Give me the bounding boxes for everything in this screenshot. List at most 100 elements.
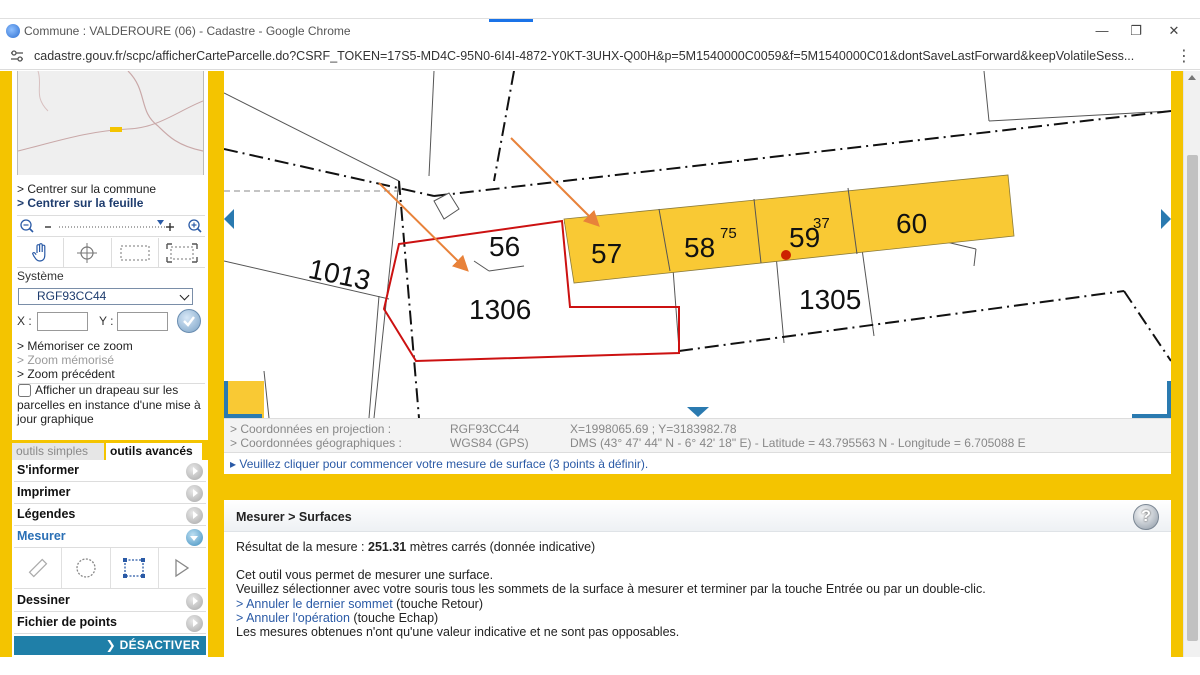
deactivate-label: DÉSACTIVER bbox=[119, 638, 200, 652]
center-feuille-link[interactable]: > Centrer sur la feuille bbox=[17, 196, 143, 210]
arrow-right-icon bbox=[186, 615, 203, 632]
projection-label: > Coordonnées en projection : bbox=[230, 422, 392, 436]
zoom-precedent-link[interactable]: > Zoom précédent bbox=[17, 367, 115, 381]
bottom-strip bbox=[0, 657, 1200, 675]
address-bar[interactable]: cadastre.gouv.fr/scpc/afficherCarteParce… bbox=[0, 42, 1200, 70]
menu-informer-label: S'informer bbox=[17, 463, 80, 477]
parcel-56: 56 bbox=[489, 231, 520, 262]
pan-down-icon bbox=[687, 407, 709, 417]
cancel-row: > Annuler l'opération (touche Echap) bbox=[236, 611, 986, 625]
parcel-1305: 1305 bbox=[799, 284, 861, 315]
ruler-icon[interactable] bbox=[14, 548, 63, 588]
url-text[interactable]: cadastre.gouv.fr/scpc/afficherCarteParce… bbox=[34, 49, 1164, 63]
undo-key: (touche Retour) bbox=[392, 596, 484, 611]
corner-bottom-right bbox=[1132, 381, 1171, 418]
window-title: Commune : VALDEROURE (06) - Cadastre - G… bbox=[24, 24, 351, 38]
menu-fichier-points[interactable]: Fichier de points bbox=[14, 612, 206, 634]
measure-desc-2: Veuillez sélectionner avec votre souris … bbox=[236, 582, 986, 597]
close-icon[interactable]: ✕ bbox=[1162, 22, 1186, 40]
memorize-zoom-link[interactable]: > Mémoriser ce zoom bbox=[17, 339, 133, 353]
scroll-thumb[interactable] bbox=[1187, 155, 1198, 641]
deactivate-button[interactable]: ❯ DÉSACTIVER bbox=[14, 636, 206, 655]
cancel-operation-link[interactable]: > Annuler l'opération bbox=[236, 611, 350, 625]
annotation-arrow bbox=[378, 182, 469, 272]
rectangle-area-icon[interactable] bbox=[111, 548, 159, 588]
circle-area-icon[interactable] bbox=[62, 548, 111, 588]
center-commune-link[interactable]: > Centrer sur la commune bbox=[17, 182, 156, 196]
measure-hint-text: Veuillez cliquer pour commencer votre me… bbox=[239, 457, 649, 471]
left-panel: > Centrer sur la commune > Centrer sur l… bbox=[12, 70, 208, 657]
arrow-right-icon bbox=[186, 463, 203, 480]
zoom-memorise-link: > Zoom mémorisé bbox=[17, 353, 115, 367]
measure-tools bbox=[14, 548, 206, 589]
zoom-slider[interactable] bbox=[17, 215, 205, 237]
result-value: 251.31 bbox=[368, 540, 407, 554]
pan-left-icon bbox=[224, 209, 234, 229]
adjacent-parcel-fill bbox=[224, 381, 264, 418]
y-label: Y : bbox=[99, 314, 114, 328]
crosshair-icon[interactable] bbox=[64, 238, 112, 267]
menu-fichier-label: Fichier de points bbox=[17, 615, 118, 629]
tab-simple-tools[interactable]: outils simples bbox=[12, 443, 104, 460]
browser-titlebar: Commune : VALDEROURE (06) - Cadastre - G… bbox=[0, 18, 1200, 42]
tools-tabs: outils simples outils avancés bbox=[12, 440, 208, 460]
menu-dessiner[interactable]: Dessiner bbox=[14, 590, 206, 612]
measure-panel-title: Mesurer > Surfaces bbox=[224, 500, 1171, 532]
parcel-58-sup: 75 bbox=[720, 225, 737, 242]
map-canvas[interactable]: 56 57 58 75 59 37 60 1013 1306 1305 bbox=[224, 71, 1171, 418]
x-coordinate-input[interactable] bbox=[37, 312, 88, 331]
measure-hint: ▸ Veuillez cliquer pour commencer votre … bbox=[224, 452, 1171, 474]
help-icon[interactable]: ? bbox=[1133, 504, 1159, 530]
map-toolbar bbox=[17, 238, 205, 268]
site-settings-icon[interactable] bbox=[10, 49, 24, 63]
menu-dessiner-label: Dessiner bbox=[17, 593, 70, 607]
pan-hand-icon[interactable] bbox=[17, 238, 65, 267]
overview-minimap[interactable] bbox=[17, 70, 204, 175]
y-coordinate-input[interactable] bbox=[117, 312, 168, 331]
measure-panel-body: Résultat de la mesure : 251.31 mètres ca… bbox=[236, 540, 986, 639]
measure-disclaimer: Les mesures obtenues n'ont qu'une valeur… bbox=[236, 625, 680, 640]
geo-values: DMS (43° 47' 44" N - 6° 42' 18" E) - Lat… bbox=[570, 436, 1026, 450]
arrow-right-icon bbox=[186, 507, 203, 524]
menu-mesurer[interactable]: Mesurer bbox=[14, 526, 206, 548]
annotation-arrow bbox=[510, 137, 600, 227]
scroll-up-icon[interactable] bbox=[1188, 75, 1196, 80]
result-prefix: Résultat de la mesure : bbox=[236, 540, 369, 554]
arrow-right-icon bbox=[186, 593, 203, 610]
systeme-label: Système bbox=[17, 269, 64, 283]
page-scrollbar[interactable] bbox=[1183, 71, 1200, 657]
arrow-right-icon bbox=[186, 485, 203, 502]
parcel-1013: 1013 bbox=[306, 253, 373, 296]
validate-coordinates-button[interactable] bbox=[177, 309, 201, 333]
menu-imprimer[interactable]: Imprimer bbox=[14, 482, 206, 504]
full-extent-icon[interactable] bbox=[159, 238, 205, 267]
measure-panel: Mesurer > Surfaces ? Résultat de la mesu… bbox=[224, 500, 1171, 657]
restore-icon[interactable]: ❐ bbox=[1124, 22, 1148, 40]
projection-system: RGF93CC44 bbox=[450, 422, 520, 436]
undo-row: > Annuler le dernier sommet (touche Reto… bbox=[236, 597, 986, 611]
menu-informer[interactable]: S'informer bbox=[14, 460, 206, 482]
coordinates-infobar: > Coordonnées en projection : RGF93CC44 … bbox=[224, 418, 1171, 474]
chevron-down-icon bbox=[179, 290, 190, 301]
pan-right-icon bbox=[1161, 209, 1171, 229]
x-label: X : bbox=[17, 314, 32, 328]
undo-last-vertex-link[interactable]: > Annuler le dernier sommet bbox=[236, 597, 393, 611]
geo-system: WGS84 (GPS) bbox=[450, 436, 529, 450]
more-vert-icon[interactable]: ⋮ bbox=[1176, 46, 1192, 66]
parcel-58: 58 bbox=[684, 232, 715, 263]
parcel-1306: 1306 bbox=[469, 294, 531, 325]
menu-legendes[interactable]: Légendes bbox=[14, 504, 206, 526]
junction-symbol bbox=[433, 192, 460, 220]
measure-result: Résultat de la mesure : 251.31 mètres ca… bbox=[236, 540, 986, 554]
systeme-select[interactable]: RGF93CC44 bbox=[18, 288, 193, 305]
polygon-area-icon[interactable] bbox=[159, 548, 206, 588]
globe-icon bbox=[6, 24, 20, 38]
parcel-57: 57 bbox=[591, 238, 622, 269]
title-accent bbox=[489, 19, 533, 22]
menu-mesurer-label: Mesurer bbox=[17, 529, 66, 543]
minimize-icon[interactable]: — bbox=[1090, 22, 1114, 40]
zoom-box-icon[interactable] bbox=[112, 238, 159, 267]
cancel-key: (touche Echap) bbox=[349, 610, 439, 625]
tab-advanced-tools[interactable]: outils avancés bbox=[106, 443, 202, 460]
cadastre-map[interactable]: 56 57 58 75 59 37 60 1013 1306 1305 bbox=[224, 71, 1171, 418]
